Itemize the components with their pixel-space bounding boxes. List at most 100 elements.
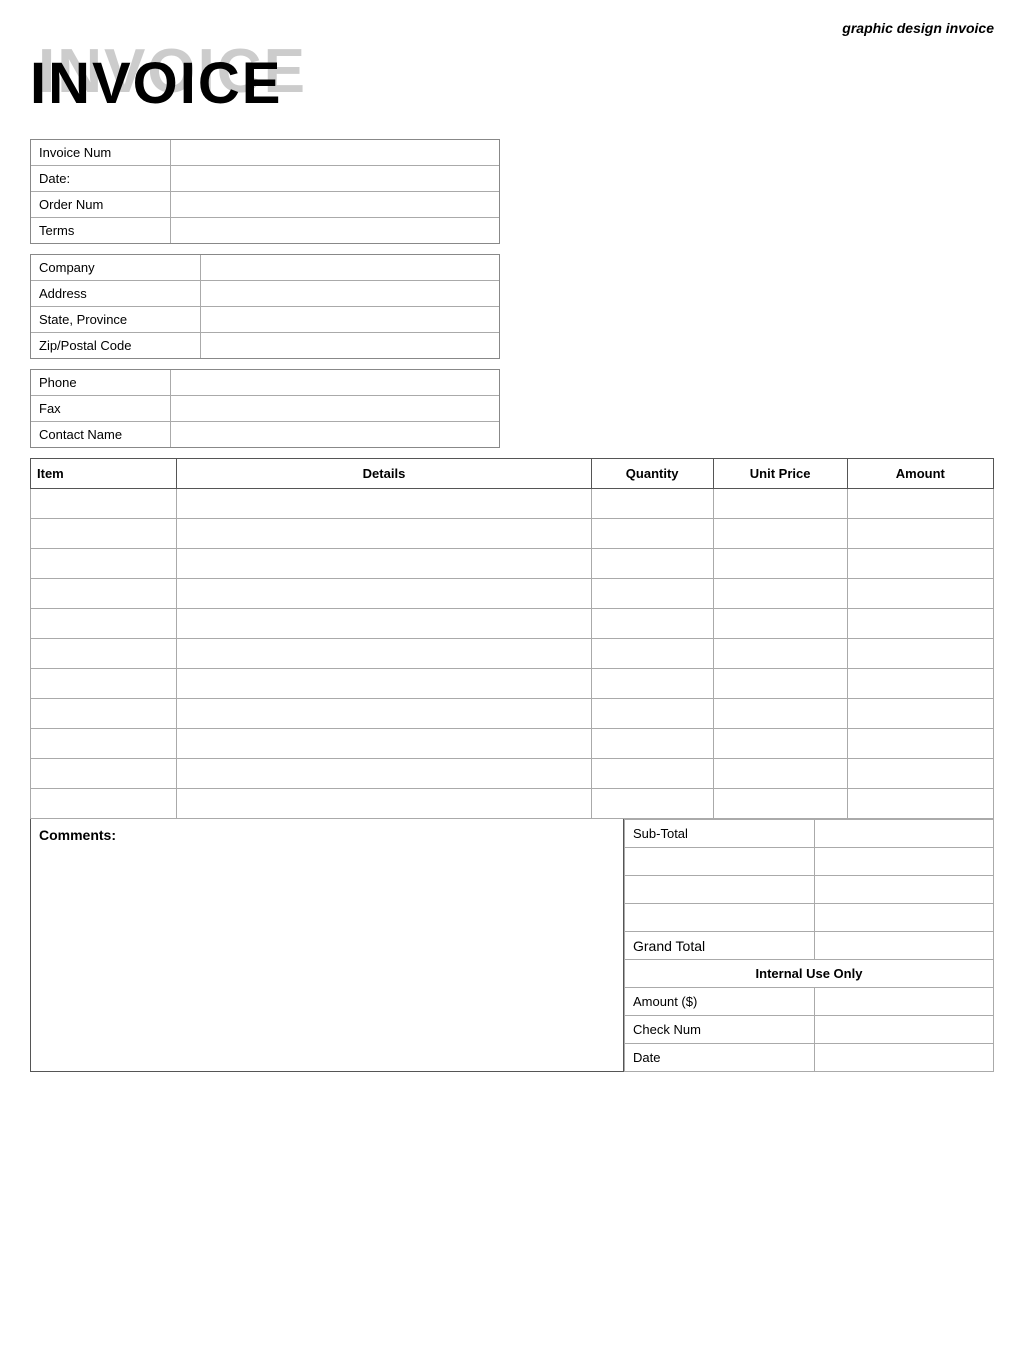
row-10-details[interactable]	[177, 789, 591, 819]
invoice-num-value[interactable]	[171, 140, 499, 165]
amount-dollar-row: Amount ($)	[625, 988, 994, 1016]
row-6-item[interactable]	[31, 669, 177, 699]
row-4-amount[interactable]	[847, 609, 993, 639]
date-label: Date:	[31, 166, 171, 191]
row-0-quantity[interactable]	[591, 489, 713, 519]
subtotal-label: Sub-Total	[625, 820, 815, 848]
row-0-amount[interactable]	[847, 489, 993, 519]
table-row	[31, 489, 994, 519]
grand-total-label: Grand Total	[625, 932, 815, 960]
extra-row-3	[625, 904, 994, 932]
comments-label: Comments:	[39, 827, 116, 843]
date-row: Date:	[31, 166, 499, 192]
row-9-item[interactable]	[31, 759, 177, 789]
row-5-unit_price[interactable]	[713, 639, 847, 669]
terms-label: Terms	[31, 218, 171, 243]
row-9-details[interactable]	[177, 759, 591, 789]
totals-table: Sub-Total Grand Total	[624, 819, 994, 1072]
row-10-amount[interactable]	[847, 789, 993, 819]
phone-row: Phone	[31, 370, 499, 396]
subtotal-row: Sub-Total	[625, 820, 994, 848]
row-5-amount[interactable]	[847, 639, 993, 669]
terms-row: Terms	[31, 218, 499, 243]
row-6-amount[interactable]	[847, 669, 993, 699]
row-0-unit_price[interactable]	[713, 489, 847, 519]
contact-name-row: Contact Name	[31, 422, 499, 447]
row-2-amount[interactable]	[847, 549, 993, 579]
row-2-item[interactable]	[31, 549, 177, 579]
row-10-quantity[interactable]	[591, 789, 713, 819]
row-7-quantity[interactable]	[591, 699, 713, 729]
internal-date-value[interactable]	[814, 1044, 993, 1072]
row-9-amount[interactable]	[847, 759, 993, 789]
extra-value-1[interactable]	[814, 848, 993, 876]
header-unit-price: Unit Price	[713, 459, 847, 489]
row-6-unit_price[interactable]	[713, 669, 847, 699]
company-row: Company	[31, 255, 499, 281]
row-2-unit_price[interactable]	[713, 549, 847, 579]
row-2-quantity[interactable]	[591, 549, 713, 579]
table-row	[31, 639, 994, 669]
row-3-item[interactable]	[31, 579, 177, 609]
row-4-quantity[interactable]	[591, 609, 713, 639]
row-0-details[interactable]	[177, 489, 591, 519]
amount-dollar-value[interactable]	[814, 988, 993, 1016]
subtotal-value[interactable]	[814, 820, 993, 848]
row-5-quantity[interactable]	[591, 639, 713, 669]
row-7-unit_price[interactable]	[713, 699, 847, 729]
address-value[interactable]	[201, 281, 499, 306]
internal-use-only-header: Internal Use Only	[625, 960, 994, 988]
row-10-unit_price[interactable]	[713, 789, 847, 819]
row-8-details[interactable]	[177, 729, 591, 759]
header-item: Item	[31, 459, 177, 489]
zip-value[interactable]	[201, 333, 499, 358]
company-value[interactable]	[201, 255, 499, 280]
row-8-quantity[interactable]	[591, 729, 713, 759]
contact-name-value[interactable]	[171, 422, 499, 447]
phone-value[interactable]	[171, 370, 499, 395]
check-num-value[interactable]	[814, 1016, 993, 1044]
row-8-item[interactable]	[31, 729, 177, 759]
row-3-quantity[interactable]	[591, 579, 713, 609]
row-10-item[interactable]	[31, 789, 177, 819]
order-num-value[interactable]	[171, 192, 499, 217]
row-8-unit_price[interactable]	[713, 729, 847, 759]
row-4-details[interactable]	[177, 609, 591, 639]
table-row	[31, 519, 994, 549]
terms-value[interactable]	[171, 218, 499, 243]
extra-value-3[interactable]	[814, 904, 993, 932]
row-0-item[interactable]	[31, 489, 177, 519]
row-3-unit_price[interactable]	[713, 579, 847, 609]
row-1-unit_price[interactable]	[713, 519, 847, 549]
row-3-details[interactable]	[177, 579, 591, 609]
grand-total-value[interactable]	[814, 932, 993, 960]
row-5-details[interactable]	[177, 639, 591, 669]
row-7-amount[interactable]	[847, 699, 993, 729]
row-8-amount[interactable]	[847, 729, 993, 759]
subtitle: graphic design invoice	[30, 20, 994, 36]
row-3-amount[interactable]	[847, 579, 993, 609]
amount-dollar-label: Amount ($)	[625, 988, 815, 1016]
company-label: Company	[31, 255, 201, 280]
extra-value-2[interactable]	[814, 876, 993, 904]
row-6-details[interactable]	[177, 669, 591, 699]
date-value[interactable]	[171, 166, 499, 191]
invoice-num-row: Invoice Num	[31, 140, 499, 166]
row-7-item[interactable]	[31, 699, 177, 729]
row-1-details[interactable]	[177, 519, 591, 549]
bottom-section: Comments: Sub-Total	[30, 819, 994, 1072]
row-6-quantity[interactable]	[591, 669, 713, 699]
row-1-amount[interactable]	[847, 519, 993, 549]
row-7-details[interactable]	[177, 699, 591, 729]
row-2-details[interactable]	[177, 549, 591, 579]
row-4-unit_price[interactable]	[713, 609, 847, 639]
row-5-item[interactable]	[31, 639, 177, 669]
row-4-item[interactable]	[31, 609, 177, 639]
row-1-quantity[interactable]	[591, 519, 713, 549]
row-9-unit_price[interactable]	[713, 759, 847, 789]
row-9-quantity[interactable]	[591, 759, 713, 789]
state-province-value[interactable]	[201, 307, 499, 332]
row-1-item[interactable]	[31, 519, 177, 549]
table-row	[31, 759, 994, 789]
fax-value[interactable]	[171, 396, 499, 421]
